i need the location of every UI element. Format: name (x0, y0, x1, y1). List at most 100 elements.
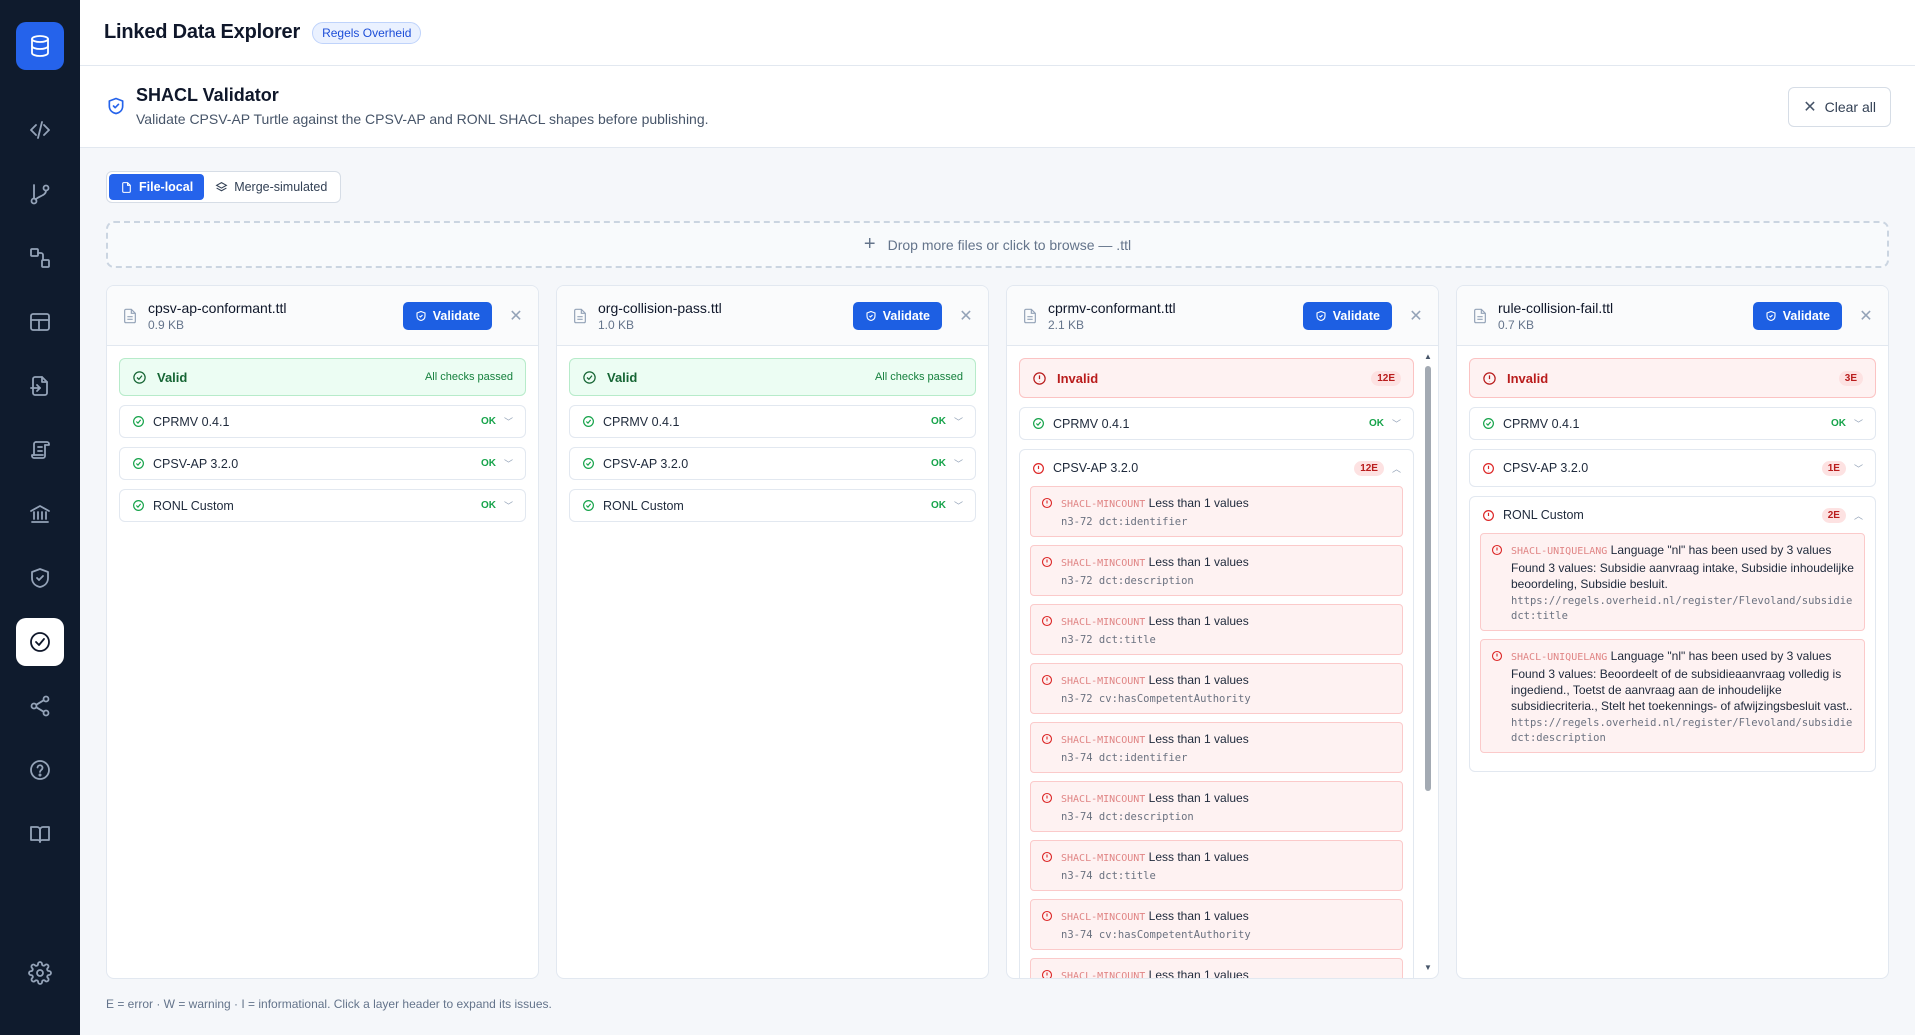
status-label: Invalid (1507, 370, 1549, 386)
issue-message: SHACL-MINCOUNT Less than 1 values (1061, 908, 1392, 926)
scroll-icon[interactable] (16, 426, 64, 474)
issue-code: SHACL-MINCOUNT (1061, 676, 1146, 687)
layer-header[interactable]: CPSV-AP 3.2.0 1E ﹀ (1470, 450, 1875, 486)
chevron-up-icon: ︿ (1853, 510, 1863, 521)
layer-header[interactable]: CPSV-AP 3.2.0 12E ︿ (1020, 450, 1413, 486)
chevron-down-icon: ﹀ (953, 459, 963, 469)
layer-header[interactable]: CPRMV 0.4.1 OK ﹀ (120, 406, 525, 437)
scrollbar-thumb[interactable] (1425, 366, 1431, 791)
issue-text: Less than 1 values (1148, 850, 1249, 864)
scrollbar[interactable]: ▲ ▼ (1424, 352, 1432, 972)
alert-circle-icon (1041, 969, 1053, 978)
code-icon[interactable] (16, 106, 64, 154)
file-name: cprmv-conformant.ttl (1048, 299, 1176, 316)
file-card-header: cprmv-conformant.ttl 2.1 KB Validate ✕ (1007, 286, 1438, 346)
check-circle-icon (132, 370, 147, 385)
validate-label: Validate (1332, 308, 1380, 323)
shield-check-icon (416, 310, 426, 321)
issue-item: SHACL-MINCOUNT Less than 1 values (1030, 958, 1403, 978)
issue-item: SHACL-UNIQUELANG Language "nl" has been … (1480, 533, 1865, 631)
layer-header[interactable]: RONL Custom 2E ︿ (1470, 497, 1875, 533)
app-title: Linked Data Explorer (104, 21, 301, 43)
file-card-body: Valid All checks passed CPRMV 0.4.1 OK ﹀ CPSV… (557, 346, 988, 978)
validate-button[interactable]: Validate (1302, 301, 1392, 330)
layer-header[interactable]: RONL Custom OK ﹀ (120, 490, 525, 521)
issue-path: n3-74 dct:description (1061, 811, 1194, 823)
layer-name: CPRMV 0.4.1 (153, 414, 230, 429)
shield-check-icon[interactable] (16, 554, 64, 602)
status-invalid-banner: Invalid 12E (1019, 358, 1414, 398)
issue-path: https://regels.overheid.nl/register/Flev… (1511, 595, 1853, 622)
layer-header[interactable]: CPRMV 0.4.1 OK ﹀ (1470, 408, 1875, 439)
gear-icon[interactable] (16, 949, 64, 997)
file-dropzone[interactable]: + Drop more files or click to browse — .… (106, 221, 1889, 268)
book-icon[interactable] (16, 810, 64, 858)
file-name: org-collision-pass.ttl (598, 299, 722, 316)
remove-file-icon[interactable]: ✕ (958, 306, 974, 326)
issue-text: Less than 1 values (1148, 791, 1249, 805)
status-note: All checks passed (874, 371, 963, 383)
file-icon (573, 308, 587, 324)
file-card-header: rule-collision-fail.ttl 0.7 KB Validate … (1457, 286, 1888, 346)
layer-header[interactable]: CPSV-AP 3.2.0 OK ﹀ (570, 448, 975, 479)
database-icon[interactable] (16, 22, 64, 70)
file-size: 0.7 KB (1498, 317, 1535, 332)
validate-button[interactable]: Validate (402, 301, 492, 330)
layer-header[interactable]: CPSV-AP 3.2.0 OK ﹀ (120, 448, 525, 479)
validate-button[interactable]: Validate (852, 301, 942, 330)
issue-text: Less than 1 values (1148, 909, 1249, 923)
file-icon (123, 308, 137, 324)
check-circle-icon (132, 457, 145, 470)
alert-circle-icon (1041, 733, 1053, 745)
mode-label: File-local (139, 180, 194, 194)
validate-button[interactable]: Validate (1752, 301, 1842, 330)
layer-header[interactable]: CPRMV 0.4.1 OK ﹀ (1020, 408, 1413, 439)
file-card-body: Invalid 3E CPRMV 0.4.1 OK ﹀ CPSV-AP 3.2.0 1E ﹀ R… (1457, 346, 1888, 978)
issue-code: SHACL-MINCOUNT (1061, 794, 1146, 805)
mode-file-local[interactable]: File-local (109, 174, 205, 200)
file-import-icon[interactable] (16, 362, 64, 410)
issue-text: Less than 1 values (1148, 968, 1249, 978)
remove-file-icon[interactable]: ✕ (508, 306, 524, 326)
layout-icon[interactable] (16, 298, 64, 346)
circle-check-icon[interactable] (16, 618, 64, 666)
status-valid-banner: Valid All checks passed (119, 358, 526, 396)
page-title: SHACL Validator (136, 85, 279, 105)
help-circle-icon[interactable] (16, 746, 64, 794)
issue-path: n3-72 dct:title (1061, 634, 1156, 646)
issue-code: SHACL-MINCOUNT (1061, 853, 1146, 864)
layer-header[interactable]: CPRMV 0.4.1 OK ﹀ (570, 406, 975, 437)
file-size: 1.0 KB (598, 317, 635, 332)
layers-icon (215, 181, 228, 191)
scroll-down-icon[interactable]: ▼ (1424, 963, 1432, 972)
clear-all-button[interactable]: ✕ Clear all (1788, 87, 1891, 127)
issue-path: n3-74 dct:title (1061, 870, 1156, 882)
file-icon (122, 181, 131, 193)
shape-layer: CPRMV 0.4.1 OK ﹀ (119, 405, 526, 438)
file-icon (1473, 308, 1487, 324)
remove-file-icon[interactable]: ✕ (1408, 306, 1424, 326)
status-valid-banner: Valid All checks passed (569, 358, 976, 396)
issue-message: SHACL-MINCOUNT Less than 1 values (1061, 495, 1392, 513)
file-name: cpsv-ap-conformant.ttl (148, 299, 287, 316)
file-size: 0.9 KB (148, 317, 185, 332)
scroll-up-icon[interactable]: ▲ (1424, 352, 1432, 361)
layer-error-badge: 12E (1354, 460, 1384, 476)
alert-circle-icon (1041, 497, 1053, 509)
layer-header[interactable]: RONL Custom OK ﹀ (570, 490, 975, 521)
shape-layer: RONL Custom 2E ︿ SHACL-UNIQUELANG Language … (1469, 496, 1876, 772)
layer-name: CPSV-AP 3.2.0 (1503, 461, 1589, 475)
main-area: Linked Data Explorer Regels Overheid SHA… (80, 0, 1915, 1035)
shape-layer: CPRMV 0.4.1 OK ﹀ (1469, 407, 1876, 440)
mode-merge-simulated[interactable]: Merge-simulated (204, 174, 338, 200)
shapes-icon[interactable] (16, 234, 64, 282)
remove-file-icon[interactable]: ✕ (1858, 306, 1874, 326)
share-icon[interactable] (16, 682, 64, 730)
institution-icon[interactable] (16, 490, 64, 538)
mode-label: Merge-simulated (234, 180, 328, 194)
layer-name: CPRMV 0.4.1 (1503, 416, 1580, 431)
issue-path: n3-72 cv:hasCompetentAuthority (1061, 693, 1251, 705)
chevron-down-icon: ﹀ (1391, 419, 1401, 429)
layer-ok-badge: OK (930, 458, 946, 469)
git-branch-icon[interactable] (16, 170, 64, 218)
